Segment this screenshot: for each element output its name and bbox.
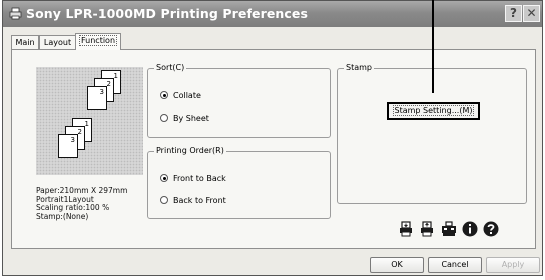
- function-tab-panel: 1 2 3 1 2 3 Paper:210mm X 297mm Portrait…: [11, 49, 536, 249]
- printing-order-group-label: Printing Order(R): [154, 146, 226, 156]
- stamp-info: Stamp:(None): [36, 211, 89, 221]
- apply-button[interactable]: Apply: [486, 257, 540, 273]
- stamp-group-label: Stamp: [344, 63, 374, 73]
- help-icon[interactable]: [483, 221, 499, 237]
- sort-group: Sort(C) Collate By Sheet: [147, 63, 331, 138]
- print-settings-summary: Paper:210mm X 297mm Portrait1Layout Scal…: [36, 186, 127, 221]
- printing-order-group: Printing Order(R) Front to Back Back to …: [147, 146, 331, 219]
- radio-indicator: [160, 196, 168, 204]
- info-icon[interactable]: [462, 221, 478, 237]
- radio-indicator: [160, 174, 168, 182]
- cancel-button[interactable]: Cancel: [428, 257, 482, 273]
- ok-button[interactable]: OK: [370, 257, 424, 273]
- collate-radio[interactable]: Collate: [160, 91, 201, 101]
- preview-sheet: 3: [87, 86, 107, 110]
- by-sheet-radio[interactable]: By Sheet: [160, 114, 209, 124]
- printing-preferences-dialog: Sony LPR-1000MD Printing Preferences ? ✕…: [2, 0, 543, 276]
- tab-layout[interactable]: Layout: [39, 35, 76, 49]
- radio-indicator: [160, 91, 168, 99]
- close-button[interactable]: ✕: [523, 5, 540, 22]
- printer-app-icon: [9, 7, 22, 20]
- sort-group-label: Sort(C): [154, 63, 187, 73]
- printer-up-icon[interactable]: [419, 221, 435, 237]
- back-to-front-radio[interactable]: Back to Front: [160, 196, 226, 206]
- help-title-button[interactable]: ?: [505, 5, 522, 22]
- radio-indicator: [160, 114, 168, 122]
- title-bar[interactable]: Sony LPR-1000MD Printing Preferences ? ✕: [3, 1, 542, 27]
- preview-sheet: 3: [58, 134, 78, 158]
- printer-down-icon[interactable]: [398, 221, 414, 237]
- stamp-setting-button[interactable]: Stamp Setting...(M): [387, 102, 480, 120]
- tab-function[interactable]: Function: [75, 33, 121, 50]
- window-title: Sony LPR-1000MD Printing Preferences: [26, 6, 309, 21]
- callout-pointer-line: [432, 0, 434, 93]
- print-preview-image: 1 2 3 1 2 3: [36, 67, 143, 175]
- tab-main[interactable]: Main: [11, 35, 39, 49]
- front-to-back-radio[interactable]: Front to Back: [160, 174, 226, 184]
- printer-network-icon[interactable]: [441, 221, 457, 237]
